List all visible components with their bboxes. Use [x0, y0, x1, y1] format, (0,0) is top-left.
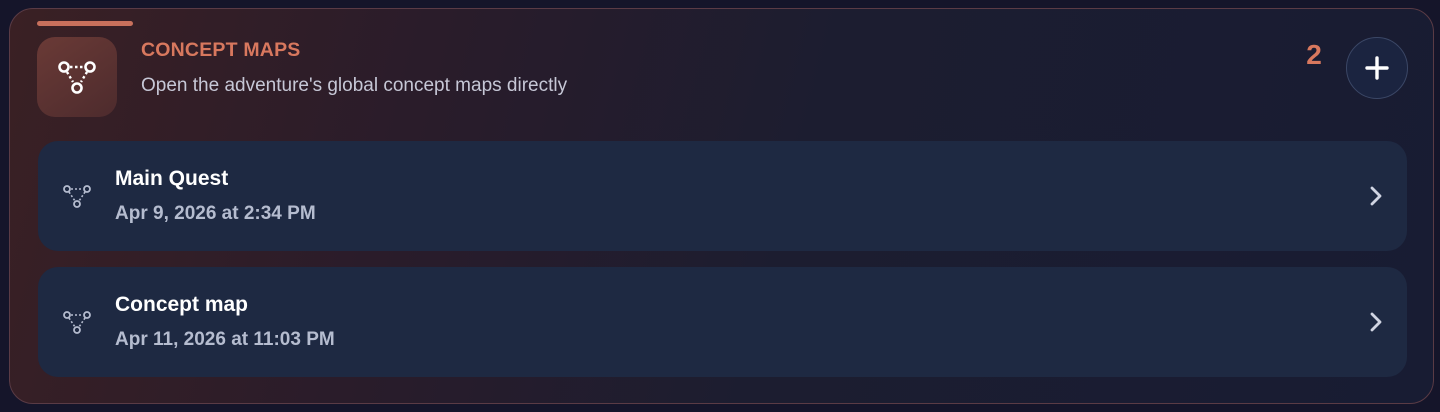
concept-map-date: Apr 11, 2026 at 11:03 PM — [115, 329, 335, 350]
concept-map-icon — [63, 311, 91, 334]
map-count-badge: 2 — [1306, 39, 1322, 70]
concept-map-icon — [63, 185, 91, 208]
concept-map-date: Apr 9, 2026 at 2:34 PM — [115, 203, 316, 224]
concept-map-name: Main Quest — [115, 167, 229, 190]
add-concept-map-button[interactable] — [1346, 37, 1408, 99]
concept-maps-card: CONCEPT MAPS Open the adventure's global… — [9, 8, 1434, 404]
concept-map-row[interactable]: Concept map Apr 11, 2026 at 11:03 PM — [38, 267, 1407, 377]
concept-map-row[interactable]: Main Quest Apr 9, 2026 at 2:34 PM — [38, 141, 1407, 251]
accent-bar — [37, 21, 133, 26]
concept-map-name: Concept map — [115, 293, 249, 316]
chevron-right-icon — [1370, 312, 1382, 332]
section-subtitle: Open the adventure's global concept maps… — [141, 75, 568, 96]
chevron-right-icon — [1370, 186, 1382, 206]
plus-icon — [1365, 56, 1389, 80]
concept-map-icon — [37, 37, 117, 117]
section-title: CONCEPT MAPS — [141, 39, 301, 61]
